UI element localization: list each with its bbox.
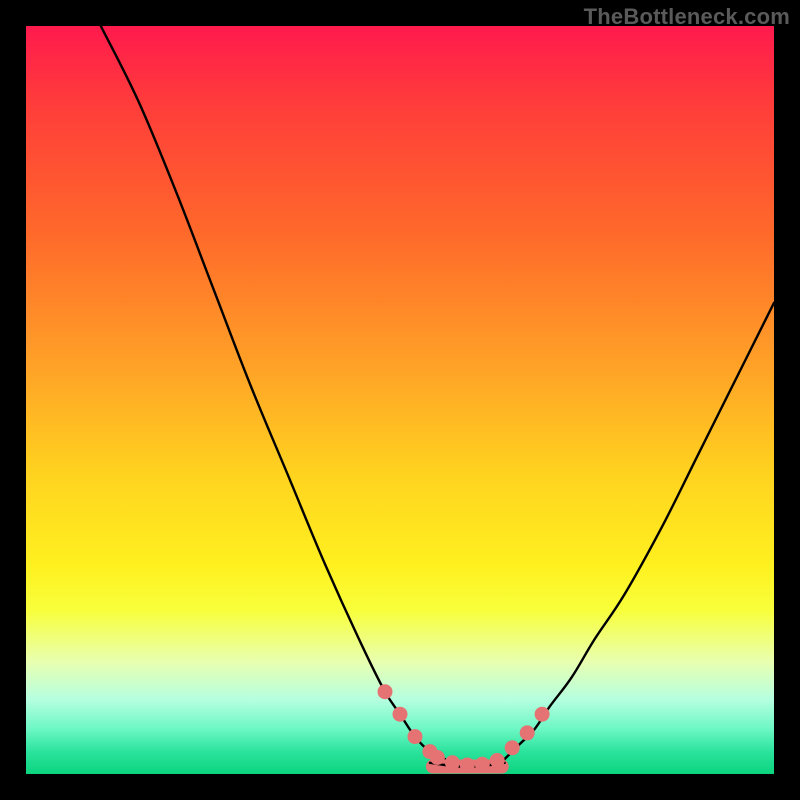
- series-right-curve: [505, 303, 774, 759]
- series-floor-segment: [430, 763, 505, 767]
- marker-dot: [430, 750, 445, 765]
- marker-dot: [422, 744, 437, 759]
- chart-stage: TheBottleneck.com: [0, 0, 800, 800]
- marker-dot: [445, 755, 460, 770]
- marker-dot: [378, 684, 393, 699]
- marker-dot: [460, 758, 475, 773]
- marker-dot: [475, 757, 490, 772]
- marker-dot: [535, 707, 550, 722]
- chart-svg: [26, 26, 774, 774]
- marker-dot: [490, 753, 505, 768]
- marker-dot: [520, 725, 535, 740]
- watermark-text: TheBottleneck.com: [584, 4, 790, 30]
- plot-area: [26, 26, 774, 774]
- floor-pill: [426, 760, 509, 774]
- marker-dot: [408, 729, 423, 744]
- series-left-curve: [101, 26, 445, 759]
- marker-dot: [393, 707, 408, 722]
- marker-dot: [505, 740, 520, 755]
